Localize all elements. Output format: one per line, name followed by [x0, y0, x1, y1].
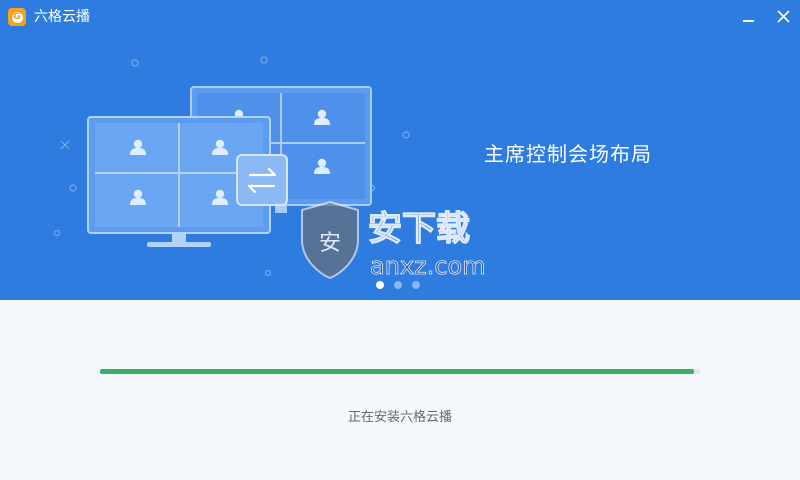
app-logo-icon: G [8, 8, 26, 26]
close-icon [777, 10, 790, 23]
title-bar[interactable]: G 六格云播 [0, 0, 800, 34]
minimize-icon [743, 20, 754, 22]
close-button[interactable] [771, 6, 795, 28]
app-logo-glyph: G [11, 11, 23, 23]
install-progress-fill [100, 369, 694, 374]
decorative-cross-icon [60, 140, 70, 150]
install-progress-bar [100, 369, 700, 374]
slide-title: 主席控制会场布局 [484, 142, 652, 166]
carousel-dot[interactable] [394, 281, 402, 289]
watermark-text: 安下载 [368, 209, 470, 249]
window-title: 六格云播 [34, 9, 90, 25]
carousel-dot[interactable] [412, 281, 420, 289]
watermark-domain: anxz.com [370, 252, 486, 280]
carousel-dot[interactable] [376, 281, 384, 289]
swap-arrows-icon [236, 154, 288, 206]
watermark-badge-text: 安 [319, 231, 341, 256]
install-status: 正在安装六格云播 [347, 410, 452, 425]
installer-window: G 六格云播 主席控制会场布局 安 安下载 anxz.com 正在安装六格云播 [0, 0, 800, 480]
carousel-indicator [376, 281, 420, 289]
banner: G 六格云播 主席控制会场布局 安 安下载 anxz.com [0, 0, 800, 300]
minimize-button[interactable] [737, 6, 761, 28]
watermark-logo: 安 安下载 anxz.com [301, 200, 486, 280]
